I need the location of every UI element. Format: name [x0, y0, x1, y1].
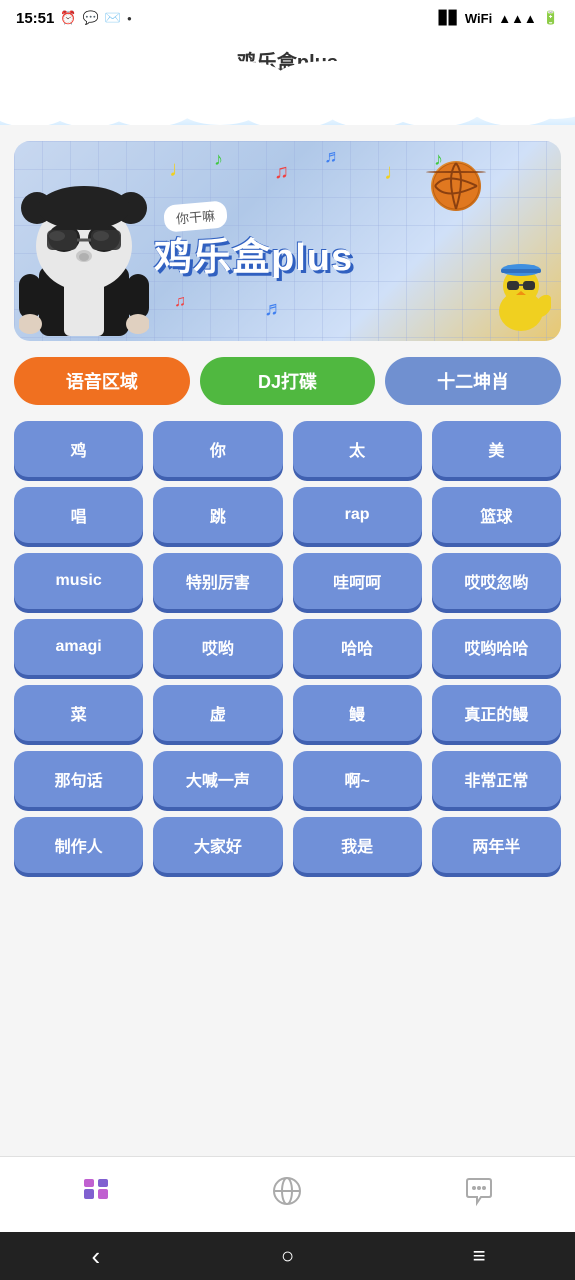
wifi-icon: WiFi [465, 11, 492, 26]
home-icon [80, 1175, 112, 1207]
music-note-4: ♬ [324, 146, 342, 167]
battery-icon: 🔋 [543, 10, 559, 26]
sound-btn-2[interactable]: 太 [293, 421, 422, 477]
main-content: ♩ ♪ ♫ ♬ ♩ ♪ ♫ ♬ [0, 125, 575, 1156]
banner-subtitle: 你干嘛 [163, 200, 228, 232]
sound-btn-13[interactable]: 哎哟 [153, 619, 282, 675]
home-button[interactable]: ○ [257, 1243, 317, 1269]
app-title: 鸡乐盒plus [237, 52, 338, 74]
network-icon: ▲▲▲ [498, 11, 537, 26]
status-left: 15:51 ⏰ 💬 ✉️ ● [16, 10, 132, 27]
system-nav-bar: ‹ ○ ≡ [0, 1232, 575, 1280]
sound-btn-26[interactable]: 我是 [293, 817, 422, 873]
bottom-nav [0, 1156, 575, 1232]
status-right: ▊▊ WiFi ▲▲▲ 🔋 [439, 10, 559, 26]
category-zodiac-btn[interactable]: 十二坤肖 [385, 357, 561, 405]
status-time: 15:51 [16, 10, 54, 27]
music-note-2: ♪ [214, 149, 223, 170]
sound-btn-4[interactable]: 唱 [14, 487, 143, 543]
sound-btn-22[interactable]: 啊~ [293, 751, 422, 807]
banner: ♩ ♪ ♫ ♬ ♩ ♪ ♫ ♬ [14, 141, 561, 341]
sound-btn-20[interactable]: 那句话 [14, 751, 143, 807]
sound-btn-7[interactable]: 篮球 [432, 487, 561, 543]
category-voice-btn[interactable]: 语音区域 [14, 357, 190, 405]
sound-grid: 鸡你太美唱跳rap篮球music特别厉害哇呵呵哎哎忽哟amagi哎哟哈哈哎哟哈哈… [14, 421, 561, 873]
nav-explore[interactable] [247, 1161, 327, 1221]
sound-btn-19[interactable]: 真正的鳗 [432, 685, 561, 741]
sound-btn-3[interactable]: 美 [432, 421, 561, 477]
music-note-1: ♩ [169, 156, 191, 182]
menu-button[interactable]: ≡ [449, 1243, 509, 1269]
alarm-icon: ⏰ [60, 10, 76, 26]
sound-btn-12[interactable]: amagi [14, 619, 143, 675]
dot-icon: ● [127, 14, 132, 23]
sound-btn-21[interactable]: 大喊一声 [153, 751, 282, 807]
music-note-5: ♩ [384, 159, 406, 185]
banner-panda [14, 146, 154, 336]
header-wrapper: 鸡乐盒plus [0, 36, 575, 125]
sound-btn-24[interactable]: 制作人 [14, 817, 143, 873]
category-dj-btn[interactable]: DJ打碟 [200, 357, 376, 405]
sound-btn-17[interactable]: 虚 [153, 685, 282, 741]
signal-icon: ▊▊ [439, 10, 459, 26]
chat-icon [463, 1175, 495, 1207]
music-note-3: ♫ [274, 161, 289, 184]
status-bar: 15:51 ⏰ 💬 ✉️ ● ▊▊ WiFi ▲▲▲ 🔋 [0, 0, 575, 36]
back-button[interactable]: ‹ [66, 1241, 126, 1272]
sound-btn-9[interactable]: 特别厉害 [153, 553, 282, 609]
nav-home[interactable] [56, 1161, 136, 1221]
nav-chat[interactable] [439, 1161, 519, 1221]
sound-btn-5[interactable]: 跳 [153, 487, 282, 543]
sound-btn-6[interactable]: rap [293, 487, 422, 543]
message-icon: 💬 [83, 10, 99, 26]
music-note-8: ♬ [264, 298, 284, 321]
app-header: 鸡乐盒plus [0, 36, 575, 89]
sound-btn-0[interactable]: 鸡 [14, 421, 143, 477]
category-row: 语音区域 DJ打碟 十二坤肖 [14, 357, 561, 405]
clouds-decoration [0, 89, 575, 125]
sound-btn-11[interactable]: 哎哎忽哟 [432, 553, 561, 609]
email-icon: ✉️ [105, 10, 121, 26]
sound-btn-27[interactable]: 两年半 [432, 817, 561, 873]
banner-chick [491, 261, 551, 331]
sound-btn-23[interactable]: 非常正常 [432, 751, 561, 807]
banner-basketball [431, 161, 481, 211]
sound-btn-10[interactable]: 哇呵呵 [293, 553, 422, 609]
sound-btn-25[interactable]: 大家好 [153, 817, 282, 873]
sound-btn-15[interactable]: 哎哟哈哈 [432, 619, 561, 675]
sound-btn-8[interactable]: music [14, 553, 143, 609]
sound-btn-18[interactable]: 鳗 [293, 685, 422, 741]
sound-btn-16[interactable]: 菜 [14, 685, 143, 741]
sound-btn-1[interactable]: 你 [153, 421, 282, 477]
sound-btn-14[interactable]: 哈哈 [293, 619, 422, 675]
music-note-7: ♫ [174, 293, 186, 311]
explore-icon [271, 1175, 303, 1207]
